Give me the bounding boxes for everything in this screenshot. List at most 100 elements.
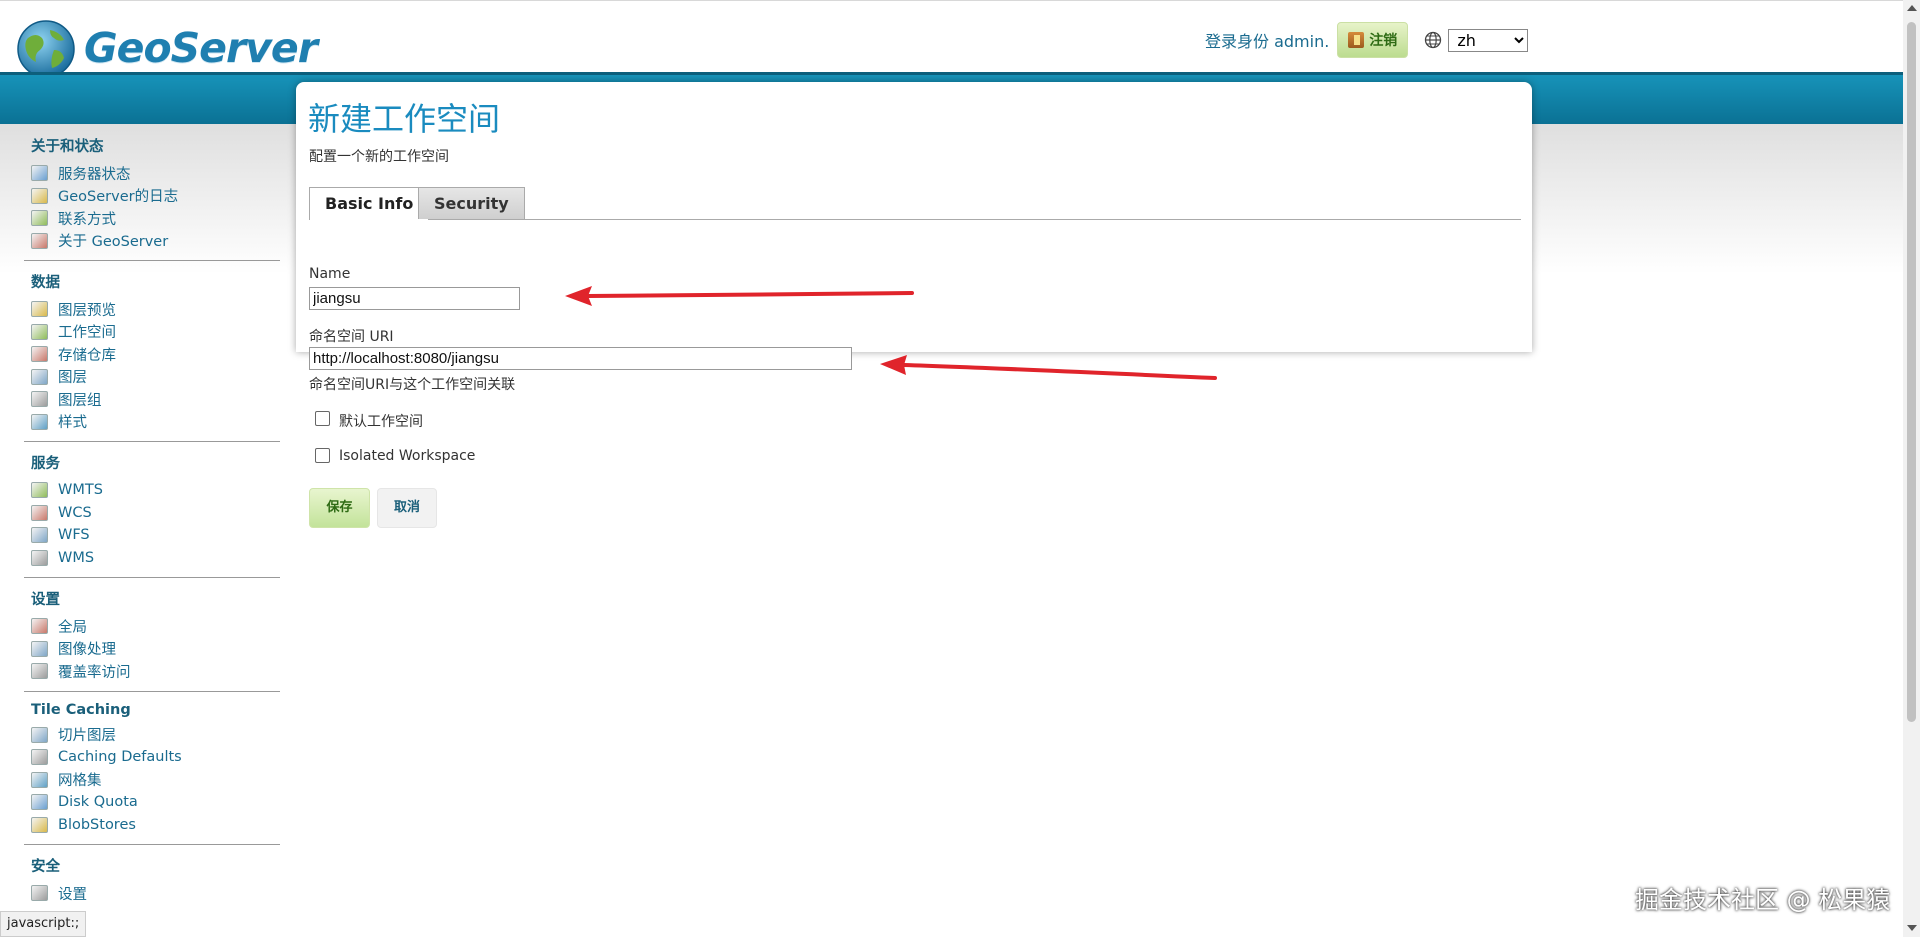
sidebar-item[interactable]: 存储仓库 (24, 343, 280, 366)
sidebar-item[interactable]: 样式 (24, 411, 280, 434)
sidebar-section-title: 安全 (31, 859, 60, 875)
language-globe-icon (1425, 31, 1442, 49)
page-title: 新建工作空间 (308, 100, 501, 138)
sidebar-item[interactable]: 图层 (24, 366, 280, 389)
sidebar-item[interactable]: 关于 GeoServer (24, 230, 280, 253)
tab-security[interactable]: Security (418, 187, 525, 219)
sidebar-item-label: WMTS (58, 482, 103, 499)
logout-button[interactable]: 注销 (1337, 22, 1409, 58)
global-settings-icon (31, 618, 48, 635)
sidebar-item-label: 全局 (58, 619, 87, 636)
workspace-folder-icon (31, 323, 48, 340)
isolated-workspace-checkbox[interactable] (315, 448, 330, 463)
sidebar-item[interactable]: 网格集 (24, 769, 280, 792)
sidebar: 关于和状态服务器状态 GeoServer的日志 联系方式关于 GeoServer 数据… (24, 133, 280, 921)
sidebar-section-title: 设置 (31, 592, 60, 608)
sidebar-item[interactable]: 图层预览 (24, 298, 280, 321)
scroll-down-arrow-icon[interactable] (1907, 925, 1917, 931)
sidebar-section-title: Tile Caching (31, 701, 131, 718)
sidebar-section: 关于和状态服务器状态 GeoServer的日志 联系方式关于 GeoServer (24, 133, 280, 261)
sidebar-item-label: GeoServer的日志 (58, 189, 179, 206)
sidebar-item-label: WFS (58, 527, 90, 544)
annotation-arrow-uri (880, 355, 1217, 380)
sidebar-section-title: 数据 (31, 275, 60, 291)
caching-defaults-icon (31, 749, 48, 766)
logout-door-icon (1348, 32, 1365, 48)
scroll-thumb[interactable] (1907, 22, 1916, 722)
tile-layers-icon (31, 726, 48, 743)
sidebar-item-label: 图像处理 (58, 642, 116, 659)
logo-text: GeoServer (84, 24, 318, 72)
sidebar-item-label: Caching Defaults (58, 749, 182, 766)
user-bar: 登录身份 admin. 注销 zh (1205, 22, 1529, 58)
sidebar-item-label: Disk Quota (58, 794, 138, 811)
namespace-uri-input[interactable] (309, 347, 852, 370)
sidebar-item[interactable]: WMTS (24, 479, 280, 502)
page-description: 配置一个新的工作空间 (309, 149, 449, 165)
sidebar-item[interactable]: 设置 (24, 882, 280, 905)
security-settings-wrench-icon (31, 885, 48, 902)
sidebar-item-label: 联系方式 (58, 211, 116, 228)
wmts-icon (31, 482, 48, 499)
wms-icon (31, 549, 48, 566)
default-workspace-checkbox[interactable] (315, 411, 330, 426)
sidebar-item[interactable]: 切片图层 (24, 724, 280, 747)
sidebar-item-label: 图层组 (58, 392, 102, 409)
sidebar-item-label: 存储仓库 (58, 347, 116, 364)
layer-group-icon (31, 391, 48, 408)
language-select[interactable]: zh (1448, 28, 1529, 52)
sidebar-item[interactable]: 联系方式 (24, 207, 280, 230)
name-label: Name (309, 266, 351, 282)
scroll-up-arrow-icon[interactable] (1907, 5, 1917, 11)
sidebar-section-title: 关于和状态 (31, 139, 104, 155)
sidebar-item[interactable]: 图像处理 (24, 638, 280, 661)
sidebar-item[interactable]: Disk Quota (24, 791, 280, 814)
wfs-icon (31, 527, 48, 544)
namespace-uri-label: 命名空间 URI (309, 329, 394, 345)
sidebar-item[interactable]: 全局 (24, 615, 280, 638)
blobstores-icon (31, 816, 48, 833)
sidebar-item-label: 覆盖率访问 (58, 664, 131, 681)
sidebar-item-label: 样式 (58, 415, 87, 432)
about-icon (31, 232, 48, 249)
tab-basic-info[interactable]: Basic Info (309, 187, 430, 220)
header: GeoServer 登录身份 admin. 注销 zh (0, 0, 1920, 78)
coverage-access-icon (31, 663, 48, 680)
sidebar-item[interactable]: Caching Defaults (24, 746, 280, 769)
name-input[interactable] (309, 287, 520, 310)
sidebar-item-label: BlobStores (58, 816, 136, 833)
wcs-icon (31, 504, 48, 521)
sidebar-item[interactable]: WCS (24, 502, 280, 525)
sidebar-item[interactable]: WMS (24, 547, 280, 570)
sidebar-item-label: 切片图层 (58, 728, 116, 745)
vertical-scrollbar[interactable] (1903, 0, 1920, 937)
sidebar-item-label: 服务器状态 (58, 166, 131, 183)
save-button[interactable]: 保存 (309, 488, 370, 528)
sidebar-item[interactable]: 工作空间 (24, 321, 280, 344)
sidebar-item-label: 图层 (58, 370, 87, 387)
cancel-button[interactable]: 取消 (377, 488, 437, 528)
sidebar-item-label: WCS (58, 504, 92, 521)
gridsets-icon (31, 771, 48, 788)
sidebar-item-label: 图层预览 (58, 302, 116, 319)
disk-quota-icon (31, 794, 48, 811)
logout-label: 注销 (1369, 33, 1398, 49)
login-status: 登录身份 admin. (1205, 32, 1330, 51)
sidebar-item[interactable]: 图层组 (24, 388, 280, 411)
sidebar-item[interactable]: 覆盖率访问 (24, 660, 280, 683)
sidebar-section: 设置全局图像处理覆盖率访问 (24, 586, 280, 692)
sidebar-item-label: WMS (58, 549, 95, 566)
store-icon (31, 346, 48, 363)
browser-status-bar: javascript:; (0, 911, 87, 937)
sidebar-section: 服务 WMTS WCS WFS WMS (24, 450, 280, 578)
sidebar-item[interactable]: BlobStores (24, 814, 280, 837)
sidebar-item[interactable]: GeoServer的日志 (24, 185, 280, 208)
sidebar-section-title: 服务 (31, 456, 60, 472)
sidebar-item[interactable]: 服务器状态 (24, 162, 280, 185)
style-palette-icon (31, 413, 48, 430)
isolated-workspace-label: Isolated Workspace (339, 448, 476, 464)
image-processing-icon (31, 640, 48, 657)
sidebar-section: 数据图层预览工作空间存储仓库图层图层组样式 (24, 269, 280, 442)
sidebar-item[interactable]: WFS (24, 524, 280, 547)
sidebar-section: Tile Caching 切片图层 Caching Defaults 网格集 Disk … (24, 700, 280, 845)
